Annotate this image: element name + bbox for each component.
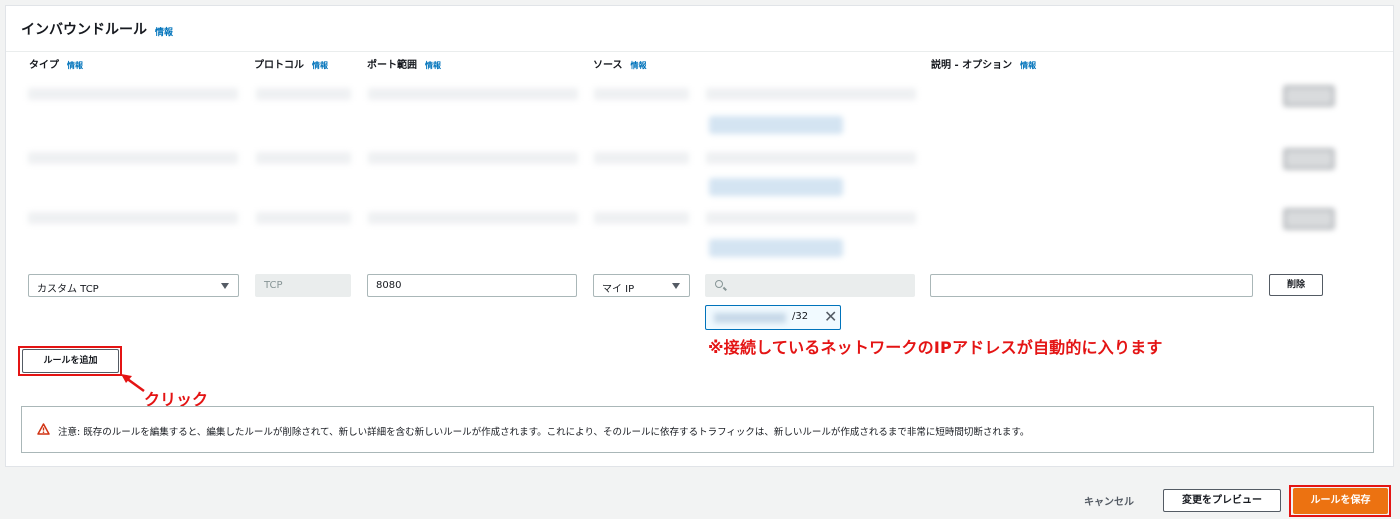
blurred-source-token bbox=[709, 178, 843, 196]
blurred-source-field bbox=[706, 152, 916, 164]
protocol-info-link[interactable]: 情報 bbox=[312, 61, 328, 70]
port-range-input[interactable]: 8080 bbox=[367, 274, 577, 297]
delete-button[interactable]: 削除 bbox=[1269, 274, 1323, 296]
blurred-type-field bbox=[28, 88, 238, 100]
blurred-type-field bbox=[28, 152, 238, 164]
blurred-protocol-field bbox=[256, 88, 351, 100]
cancel-button[interactable]: キャンセル bbox=[1084, 493, 1134, 508]
inbound-rules-panel: インバウンドルール 情報 タイプ 情報 プロトコル 情報 ポート範囲 情報 ソース 情報… bbox=[5, 5, 1394, 467]
type-select[interactable]: カスタム TCP bbox=[28, 274, 239, 297]
blurred-port-field bbox=[368, 88, 578, 100]
type-select-value: カスタム TCP bbox=[37, 284, 99, 295]
description-input[interactable] bbox=[930, 274, 1253, 297]
cidr-suffix: /32 bbox=[792, 311, 809, 322]
warning-icon bbox=[37, 423, 50, 435]
save-rules-highlight bbox=[1289, 485, 1391, 517]
blurred-source-token bbox=[709, 116, 843, 134]
panel-header: インバウンドルール 情報 bbox=[6, 6, 1393, 52]
preview-changes-button[interactable]: 変更をプレビュー bbox=[1163, 489, 1281, 512]
warning-alert: 注意: 既存のルールを編集すると、編集したルールが削除されて、新しい詳細を含む新… bbox=[21, 406, 1374, 453]
blurred-protocol-field bbox=[256, 152, 351, 164]
type-info-link[interactable]: 情報 bbox=[67, 61, 83, 70]
port-range-value: 8080 bbox=[376, 280, 402, 291]
column-label-source: ソース bbox=[593, 60, 623, 71]
blurred-source-field bbox=[706, 212, 916, 224]
column-label-description: 説明 - オプション bbox=[931, 60, 1013, 71]
blurred-source-type-field bbox=[594, 152, 689, 164]
blurred-source-type-field bbox=[594, 212, 689, 224]
blurred-delete-button bbox=[1284, 86, 1334, 106]
column-header-protocol: プロトコル 情報 bbox=[254, 56, 328, 71]
source-type-select[interactable]: マイ IP bbox=[593, 274, 690, 297]
column-label-port-range: ポート範囲 bbox=[367, 60, 417, 71]
column-header-source: ソース 情報 bbox=[593, 56, 647, 71]
ip-note-annotation: ※接続しているネットワークのIPアドレスが自動的に入ります bbox=[708, 338, 1163, 357]
caret-down-icon bbox=[672, 283, 680, 289]
panel-title: インバウンドルール bbox=[21, 22, 147, 38]
blurred-source-field bbox=[706, 88, 916, 100]
warning-text: 注意: 既存のルールを編集すると、編集したルールが削除されて、新しい詳細を含む新… bbox=[58, 427, 1030, 438]
column-header-type: タイプ 情報 bbox=[29, 56, 83, 71]
source-type-value: マイ IP bbox=[602, 284, 635, 295]
protocol-field: TCP bbox=[255, 274, 351, 297]
port-range-info-link[interactable]: 情報 bbox=[425, 61, 441, 70]
column-header-port-range: ポート範囲 情報 bbox=[367, 56, 441, 71]
column-label-type: タイプ bbox=[29, 60, 59, 71]
blurred-type-field bbox=[28, 212, 238, 224]
source-info-link[interactable]: 情報 bbox=[631, 61, 647, 70]
column-label-protocol: プロトコル bbox=[254, 60, 304, 71]
search-icon bbox=[715, 280, 723, 288]
blurred-source-token bbox=[709, 239, 843, 257]
source-search-input[interactable] bbox=[705, 274, 915, 297]
blurred-ip-address bbox=[714, 313, 786, 323]
source-cidr-token: /32 ✕ bbox=[705, 305, 841, 330]
blurred-delete-button bbox=[1284, 209, 1334, 229]
blurred-port-field bbox=[368, 152, 578, 164]
protocol-value: TCP bbox=[264, 280, 283, 291]
description-info-link[interactable]: 情報 bbox=[1020, 61, 1036, 70]
close-icon[interactable]: ✕ bbox=[824, 307, 837, 326]
blurred-protocol-field bbox=[256, 212, 351, 224]
blurred-port-field bbox=[368, 212, 578, 224]
blurred-delete-button bbox=[1284, 149, 1334, 169]
blurred-source-type-field bbox=[594, 88, 689, 100]
panel-info-link[interactable]: 情報 bbox=[155, 25, 173, 38]
caret-down-icon bbox=[221, 283, 229, 289]
column-header-description: 説明 - オプション 情報 bbox=[931, 56, 1036, 71]
add-rule-highlight bbox=[18, 346, 122, 376]
